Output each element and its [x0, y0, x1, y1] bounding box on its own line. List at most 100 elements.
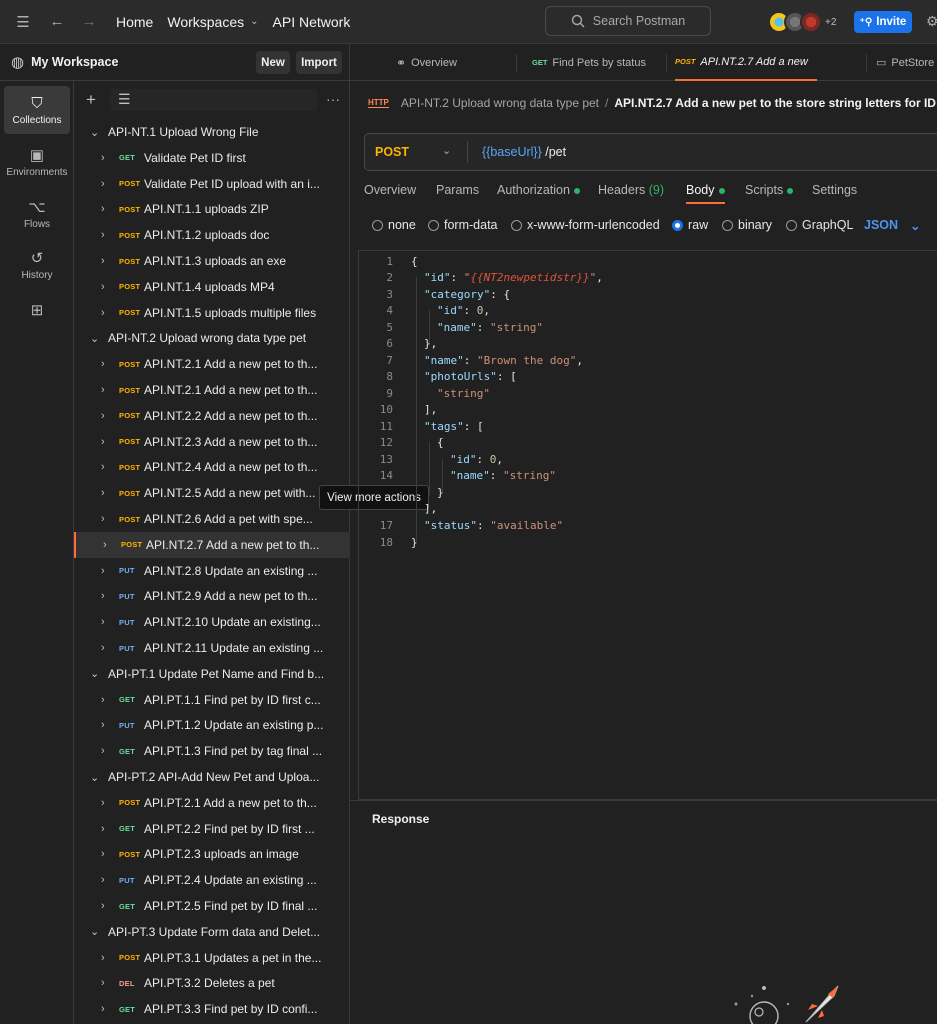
request-item[interactable]: › GET API.PT.1.3 Find pet by tag final ... — [74, 738, 350, 764]
tab-params[interactable]: Params — [436, 183, 479, 197]
chevron-right-icon[interactable]: › — [101, 281, 105, 293]
api-network-link[interactable]: API Network — [273, 14, 351, 30]
home-link[interactable]: Home — [116, 14, 153, 30]
forward-arrow-icon[interactable]: → — [76, 13, 102, 30]
filter-input[interactable] — [110, 89, 317, 111]
chevron-down-icon[interactable]: ⌄ — [90, 925, 99, 938]
menu-icon[interactable]: ☰ — [10, 13, 36, 31]
chevron-right-icon[interactable]: › — [101, 436, 105, 448]
request-item[interactable]: › PUT API.PT.2.4 Update an existing ... — [74, 867, 350, 893]
back-arrow-icon[interactable]: ← — [44, 13, 70, 30]
chevron-down-icon[interactable]: ⌄ — [90, 126, 99, 139]
chevron-right-icon[interactable]: › — [103, 539, 107, 551]
more-options-icon[interactable]: ··· — [326, 91, 340, 107]
rail-item-configure[interactable]: ⊞ — [4, 295, 70, 325]
tab-headers[interactable]: Headers (9) — [598, 183, 664, 197]
chevron-right-icon[interactable]: › — [101, 461, 105, 473]
request-item[interactable]: › PUT API.NT.2.10 Update an existing... — [74, 609, 350, 635]
body-type-form-data[interactable]: form-data — [428, 218, 498, 232]
chevron-right-icon[interactable]: › — [101, 384, 105, 396]
add-icon[interactable]: + — [86, 90, 96, 110]
tab-overview[interactable]: ⚭ Overview — [396, 44, 457, 81]
request-item[interactable]: › DEL API.PT.3.2 Deletes a pet — [74, 970, 350, 996]
request-item[interactable]: › POST API.NT.2.5 Add a new pet with... — [74, 480, 350, 506]
chevron-right-icon[interactable]: › — [101, 410, 105, 422]
folder-item[interactable]: ⌄ API-PT.3 Update Form data and Delet... — [74, 919, 350, 945]
chevron-right-icon[interactable]: › — [101, 565, 105, 577]
request-item[interactable]: › POST API.NT.2.6 Add a pet with spe... — [74, 506, 350, 532]
tab-scripts[interactable]: Scripts — [745, 183, 794, 197]
request-item[interactable]: › POST API.NT.1.3 uploads an exe — [74, 248, 350, 274]
chevron-right-icon[interactable]: › — [101, 797, 105, 809]
workspaces-menu[interactable]: Workspaces ⌄ — [167, 14, 258, 30]
body-type-none[interactable]: none — [372, 218, 416, 232]
tab-body[interactable]: Body — [686, 183, 725, 204]
chevron-right-icon[interactable]: › — [101, 952, 105, 964]
body-type-urlencoded[interactable]: x-www-form-urlencoded — [511, 218, 660, 232]
folder-item[interactable]: ⌄ API-NT.1 Upload Wrong File — [74, 119, 350, 145]
chevron-right-icon[interactable]: › — [101, 178, 105, 190]
request-item[interactable]: › GET Validate Pet ID first — [74, 145, 350, 171]
chevron-right-icon[interactable]: › — [101, 642, 105, 654]
chevron-right-icon[interactable]: › — [101, 255, 105, 267]
breadcrumb-current[interactable]: API.NT.2.7 Add a new pet to the store st… — [614, 96, 936, 110]
collaborator-avatars[interactable]: +2 — [768, 11, 836, 33]
tab-overview-sub[interactable]: Overview — [364, 183, 416, 197]
request-item[interactable]: › POST API.NT.2.7 Add a new pet to th... — [74, 531, 350, 558]
chevron-right-icon[interactable]: › — [101, 616, 105, 628]
invite-button[interactable]: ⁺⚲ Invite — [854, 11, 912, 33]
request-item[interactable]: › POST API.NT.1.5 uploads multiple files — [74, 300, 350, 326]
format-select[interactable]: JSON ⌄ — [864, 218, 921, 233]
request-item[interactable]: › POST API.NT.1.4 uploads MP4 — [74, 274, 350, 300]
workspace-title[interactable]: My Workspace — [31, 55, 118, 69]
new-button[interactable]: New — [256, 51, 290, 74]
chevron-right-icon[interactable]: › — [101, 900, 105, 912]
request-item[interactable]: › PUT API.PT.1.2 Update an existing p... — [74, 712, 350, 738]
chevron-right-icon[interactable]: › — [101, 307, 105, 319]
chevron-right-icon[interactable]: › — [101, 590, 105, 602]
rail-item-flows[interactable]: ⌥ Flows — [4, 190, 70, 238]
chevron-right-icon[interactable]: › — [101, 745, 105, 757]
url-input[interactable]: {{baseUrl}} /pet — [482, 145, 566, 159]
chevron-right-icon[interactable]: › — [101, 874, 105, 886]
chevron-right-icon[interactable]: › — [101, 1003, 105, 1015]
tab-authorization[interactable]: Authorization — [497, 183, 580, 197]
chevron-right-icon[interactable]: › — [101, 203, 105, 215]
request-item[interactable]: › POST API.PT.2.1 Add a new pet to th... — [74, 790, 350, 816]
search-bar[interactable]: Search Postman — [545, 6, 711, 36]
body-type-graphql[interactable]: GraphQL — [786, 218, 853, 232]
request-item[interactable]: › POST API.NT.2.1 Add a new pet to th... — [74, 377, 350, 403]
chevron-down-icon[interactable]: ⌄ — [90, 332, 99, 345]
chevron-down-icon[interactable]: ⌄ — [90, 771, 99, 784]
chevron-right-icon[interactable]: › — [101, 513, 105, 525]
body-type-raw[interactable]: raw — [672, 218, 708, 232]
request-item[interactable]: › POST API.NT.2.1 Add a new pet to th... — [74, 351, 350, 377]
request-item[interactable]: › PUT API.NT.2.11 Update an existing ... — [74, 635, 350, 661]
request-item[interactable]: › PUT API.NT.2.9 Add a new pet to th... — [74, 583, 350, 609]
rail-item-environments[interactable]: ▣ Environments — [4, 138, 70, 186]
request-item[interactable]: › POST API.NT.1.1 uploads ZIP — [74, 196, 350, 222]
folder-item[interactable]: ⌄ API-NT.2 Upload wrong data type pet — [74, 325, 350, 351]
rail-item-collections[interactable]: ⛉ Collections — [4, 86, 70, 134]
request-item[interactable]: › POST Validate Pet ID upload with an i... — [74, 171, 350, 197]
request-item[interactable]: › PUT API.NT.2.8 Update an existing ... — [74, 558, 350, 584]
chevron-down-icon[interactable]: ⌄ — [442, 144, 451, 157]
rail-item-history[interactable]: ↺ History — [4, 241, 70, 289]
request-item[interactable]: › POST API.NT.2.4 Add a new pet to th... — [74, 454, 350, 480]
chevron-right-icon[interactable]: › — [101, 848, 105, 860]
tab-petstore[interactable]: ▭ PetStore — [876, 44, 934, 81]
request-item[interactable]: › GET API.PT.2.2 Find pet by ID first ... — [74, 816, 350, 842]
chevron-down-icon[interactable]: ⌄ — [90, 667, 99, 680]
settings-icon[interactable]: ⚙ — [926, 13, 937, 30]
folder-item[interactable]: ⌄ API-PT.1 Update Pet Name and Find b... — [74, 661, 350, 687]
chevron-right-icon[interactable]: › — [101, 152, 105, 164]
request-item[interactable]: › POST API.NT.2.2 Add a new pet to th... — [74, 403, 350, 429]
request-item[interactable]: › POST API.PT.3.1 Updates a pet in the... — [74, 945, 350, 971]
chevron-right-icon[interactable]: › — [101, 229, 105, 241]
method-select[interactable]: POST — [375, 145, 409, 159]
tab-active-request[interactable]: POST API.NT.2.7 Add a new p — [675, 44, 817, 81]
body-type-binary[interactable]: binary — [722, 218, 772, 232]
tab-find-pets[interactable]: GET Find Pets by status — [532, 44, 646, 81]
chevron-right-icon[interactable]: › — [101, 719, 105, 731]
chevron-right-icon[interactable]: › — [101, 823, 105, 835]
